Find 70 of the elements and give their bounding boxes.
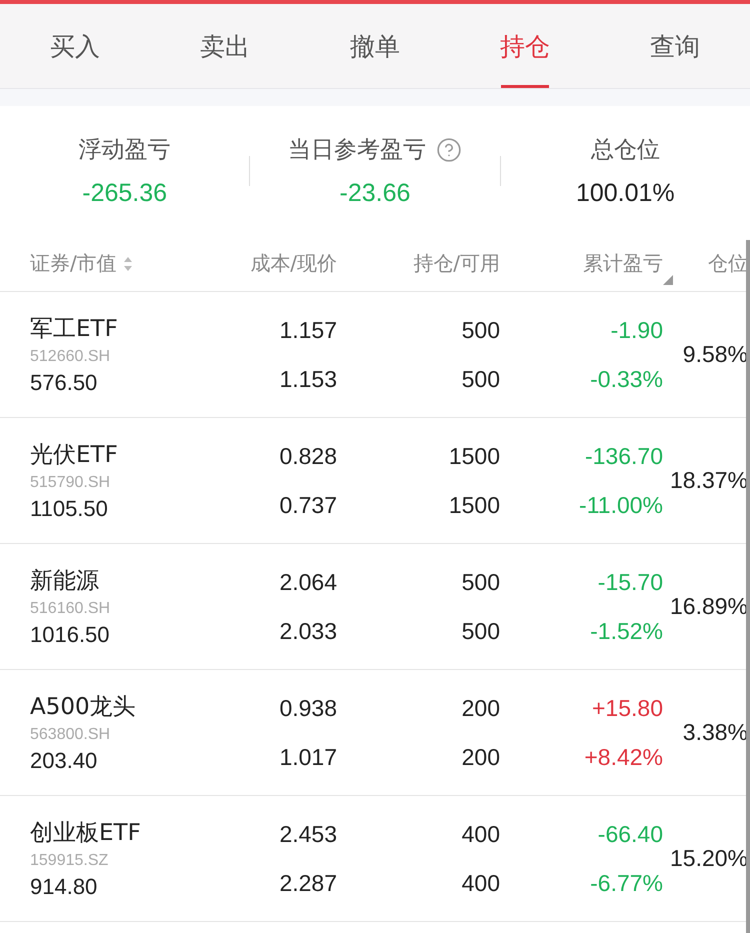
tab[interactable]: 卖出 — [150, 4, 300, 88]
position-ratio: 18.37% — [670, 467, 748, 494]
corner-triangle-icon — [663, 275, 673, 285]
position-ratio: 15.20% — [670, 845, 748, 872]
security-code: 563800.SH — [30, 726, 112, 744]
sort-icon[interactable] — [122, 256, 133, 272]
profit-percent: -0.33% — [590, 366, 663, 392]
cost-price: 2.064 — [279, 568, 337, 596]
available-quantity: 500 — [462, 618, 500, 644]
summary-value: 100.01% — [576, 179, 675, 208]
cost-price: 1.157 — [279, 316, 337, 344]
profit-amount: +15.80 — [592, 694, 663, 722]
summary-label: 浮动盈亏 — [78, 136, 171, 165]
market-value: 1105.50 — [30, 496, 109, 522]
available-quantity: 1500 — [448, 492, 500, 518]
tab[interactable]: 买入 — [0, 4, 150, 88]
holding-quantity: 400 — [462, 820, 500, 848]
market-value: 576.50 — [30, 370, 98, 396]
market-value: 914.80 — [30, 874, 98, 900]
security-name: 光伏ETF — [30, 441, 119, 470]
summary-value: -23.66 — [340, 179, 410, 208]
column-header[interactable]: 成本/现价 — [250, 250, 337, 277]
security-name: 军工ETF — [30, 315, 119, 344]
available-quantity: 200 — [462, 744, 500, 770]
tab[interactable]: 查询 — [600, 4, 750, 88]
position-ratio: 9.58% — [682, 341, 748, 368]
market-value: 203.40 — [30, 748, 98, 774]
profit-percent: -6.77% — [590, 870, 663, 896]
cost-price: 2.453 — [279, 820, 337, 848]
security-name: 创业板ETF — [30, 819, 142, 848]
summary-label: 当日参考盈亏 — [288, 136, 426, 165]
summary-label: 总仓位 — [590, 136, 660, 165]
security-code: 515790.SH — [30, 474, 112, 492]
summary-value: -265.36 — [82, 179, 168, 208]
profit-amount: -136.70 — [584, 442, 663, 470]
column-header[interactable]: 持仓/可用 — [413, 250, 500, 277]
current-price: 1.153 — [279, 366, 337, 392]
profit-percent: +8.42% — [584, 744, 663, 770]
position-ratio: 16.89% — [670, 593, 748, 620]
profit-amount: -1.90 — [610, 316, 663, 344]
market-value: 1016.50 — [30, 622, 111, 648]
holding-quantity: 200 — [462, 694, 500, 722]
holding-quantity: 1500 — [448, 442, 500, 470]
available-quantity: 400 — [462, 870, 500, 896]
tab[interactable]: 持仓 — [450, 4, 600, 88]
column-header[interactable]: 证券/市值 — [30, 250, 117, 277]
tab[interactable]: 撤单 — [300, 4, 450, 88]
position-ratio: 3.38% — [682, 719, 748, 746]
column-header[interactable]: 仓位 — [708, 250, 748, 277]
profit-amount: -66.40 — [598, 820, 663, 848]
security-code: 159915.SZ — [30, 852, 110, 870]
scrollbar[interactable] — [746, 240, 750, 933]
security-code: 512660.SH — [30, 348, 112, 366]
holding-quantity: 500 — [462, 316, 500, 344]
profit-percent: -1.52% — [590, 618, 663, 644]
profit-amount: -15.70 — [598, 568, 663, 596]
current-price: 0.737 — [279, 492, 337, 518]
current-price: 1.017 — [279, 744, 337, 770]
cost-price: 0.828 — [279, 442, 337, 470]
cost-price: 0.938 — [279, 694, 337, 722]
holding-quantity: 500 — [462, 568, 500, 596]
current-price: 2.287 — [279, 870, 337, 896]
profit-percent: -11.00% — [579, 492, 663, 518]
column-header[interactable]: 累计盈亏 — [583, 250, 663, 277]
current-price: 2.033 — [279, 618, 337, 644]
available-quantity: 500 — [462, 366, 500, 392]
security-name: A500龙头 — [30, 693, 137, 722]
security-name: 新能源 — [30, 567, 100, 596]
security-code: 516160.SH — [30, 600, 112, 618]
help-icon[interactable] — [436, 136, 462, 162]
